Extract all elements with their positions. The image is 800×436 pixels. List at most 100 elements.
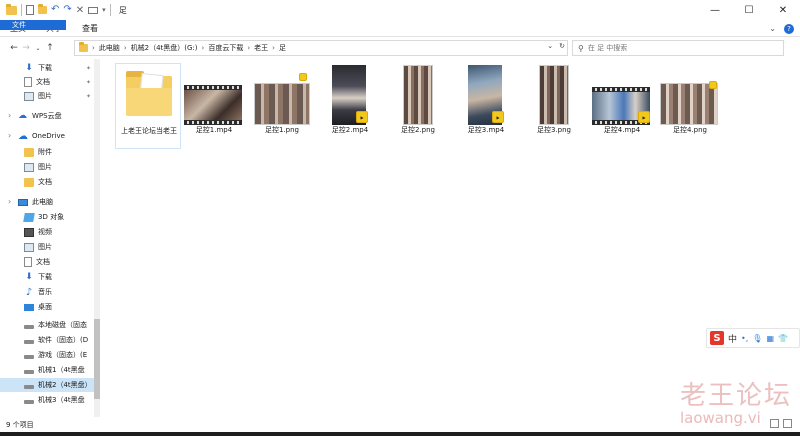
sidebar-item[interactable]: 机械2（4t黑盘） [0,378,100,392]
expand-chevron-icon[interactable]: › [8,131,11,140]
sidebar-item[interactable]: 视频 [0,225,100,239]
picture-icon [24,242,34,252]
file-explorer-window: ↶ ↷ ✕ ▾ 足 — ☐ ✕ 文件 主页 共享 查看 ⌄ ? ← → ⌄ ↑ [0,0,800,432]
sidebar-item[interactable]: 图片 [0,160,100,174]
file-item-video[interactable]: ▶ 足控3.mp4 [453,63,519,149]
sidebar-item[interactable]: ☁ OneDrive [0,129,100,143]
file-name: 足控1.mp4 [195,126,233,134]
picture-icon [24,91,34,101]
sidebar-item[interactable]: 附件 [0,145,100,159]
up-button[interactable]: ↑ [44,43,56,53]
sidebar-item[interactable]: ⬇ 下载 [0,270,100,284]
chevron-right-icon[interactable]: › [247,44,250,52]
expand-chevron-icon[interactable]: › [8,111,11,120]
tab-view[interactable]: 查看 [72,20,108,36]
sidebar-item[interactable]: 图片 ✦ [0,89,100,103]
file-item-folder[interactable]: 上老王论坛当老王 [115,63,181,149]
sidebar-item[interactable]: 桌面 [0,300,100,314]
help-icon[interactable]: ? [784,23,794,34]
chevron-right-icon[interactable]: › [92,44,95,52]
minimize-button[interactable]: — [698,0,732,20]
file-item-image[interactable]: 足控2.png [385,63,451,149]
file-name: 足控4.png [672,126,707,134]
sidebar-item-label: 机械1（4t黑盘 [38,366,85,374]
drive-icon [24,354,34,359]
sidebar-item[interactable]: 此电脑 [0,195,100,209]
sidebar-item[interactable]: ⬇ 下载 ✦ [0,61,100,75]
sidebar-item[interactable]: 机械3（4t黑盘 [0,393,100,407]
sidebar-item-label: 软件（固态）(D [38,336,89,344]
content-scrollbar[interactable] [785,59,800,417]
microphone-icon[interactable]: 🎙 [752,334,762,343]
forward-button[interactable]: → [20,43,32,53]
search-box[interactable]: ⚲ [572,40,784,56]
desktop-icon [24,303,34,311]
properties-icon[interactable] [26,5,34,15]
pin-icon: ✦ [85,78,91,86]
refresh-icon[interactable]: ↻ [559,42,565,50]
pin-icon: ✦ [85,92,91,100]
sidebar-item-label: WPS云盘 [32,112,62,120]
search-icon: ⚲ [578,43,584,53]
sidebar-item[interactable]: 软件（固态）(D [0,333,100,347]
keyboard-icon[interactable]: ▦ [766,334,774,343]
file-item-image[interactable]: 足控3.png [521,63,587,149]
sidebar-item-label: 附件 [38,148,52,156]
drive-icon [24,339,34,344]
sidebar-item-label: 本地磁盘（固态 [38,321,87,329]
expand-chevron-icon[interactable]: › [8,197,11,206]
file-item-image[interactable]: 足控4.png [657,63,723,149]
sidebar-item[interactable]: ☁ WPS云盘 [0,109,100,123]
file-name: 上老王论坛当老王 [121,127,177,135]
search-input[interactable] [587,44,768,52]
breadcrumb-laowang[interactable]: 老王 [254,43,268,53]
file-item-video[interactable]: ▶ 足控4.mp4 [589,63,655,149]
tab-file[interactable]: 文件 [0,20,66,30]
undo-icon[interactable]: ↶ [51,5,59,15]
customize-toolbar-icon[interactable]: ▾ [102,6,106,14]
sidebar-item[interactable]: 文档 ✦ [0,75,100,89]
sidebar-item[interactable]: ♪ 音乐 [0,285,100,299]
chevron-right-icon[interactable]: › [124,44,127,52]
address-history-icon[interactable]: ⌄ [547,42,553,50]
sidebar-item-label: 图片 [38,243,52,251]
maximize-button[interactable]: ☐ [732,0,766,20]
sidebar-item[interactable]: 文档 [0,175,100,189]
file-item-image[interactable]: 足控1.png [249,63,315,149]
sidebar-item-label: 游戏（固态）(E [38,351,88,359]
punctuation-toggle[interactable]: •, [741,334,748,343]
sidebar-item[interactable]: 机械1（4t黑盘 [0,363,100,377]
breadcrumb-baiduyun[interactable]: 百度云下载 [208,43,243,53]
chevron-right-icon[interactable]: › [202,44,205,52]
new-folder-icon[interactable] [38,4,47,14]
ime-language-toggle[interactable]: 中 [728,332,737,345]
3d-objects-icon [23,212,35,222]
sidebar-item[interactable]: 图片 [0,240,100,254]
recent-locations-button[interactable]: ⌄ [32,45,44,52]
back-button[interactable]: ← [8,43,20,53]
sidebar-scrollbar[interactable] [94,59,100,417]
breadcrumb-this-pc[interactable]: 此电脑 [99,43,120,53]
watermark: 老王论坛 laowang.vi [680,375,800,436]
breadcrumb-drive[interactable]: 机械2（4t黑盘）(G:) [131,43,198,53]
close-button[interactable]: ✕ [766,0,800,20]
redo-icon[interactable]: ↷ [63,5,71,15]
address-bar[interactable]: › 此电脑 › 机械2（4t黑盘）(G:) › 百度云下载 › 老王 › 足 ⌄… [74,40,568,56]
skin-icon[interactable]: 👕 [778,334,788,343]
delete-icon[interactable]: ✕ [76,5,84,16]
sogou-logo-icon[interactable]: S [710,331,724,345]
rename-icon[interactable] [88,6,99,14]
expand-ribbon-icon[interactable]: ⌄ [769,24,776,33]
sidebar-scrollbar-thumb[interactable] [94,319,100,399]
file-item-video[interactable]: ▶ 足控2.mp4 [317,63,383,149]
sidebar-item[interactable]: 本地磁盘（固态 [0,318,100,332]
sidebar-item[interactable]: 3D 对象 [0,210,100,224]
ribbon-right-controls: ⌄ ? [769,20,794,37]
computer-icon [18,198,28,206]
music-icon: ♪ [25,286,33,298]
sidebar-item[interactable]: 文档 [0,255,100,269]
sidebar-item[interactable]: 游戏（固态）(E [0,348,100,362]
breadcrumb-current[interactable]: 足 [279,43,286,53]
chevron-right-icon[interactable]: › [272,44,275,52]
file-item-video[interactable]: 足控1.mp4 [181,63,247,149]
